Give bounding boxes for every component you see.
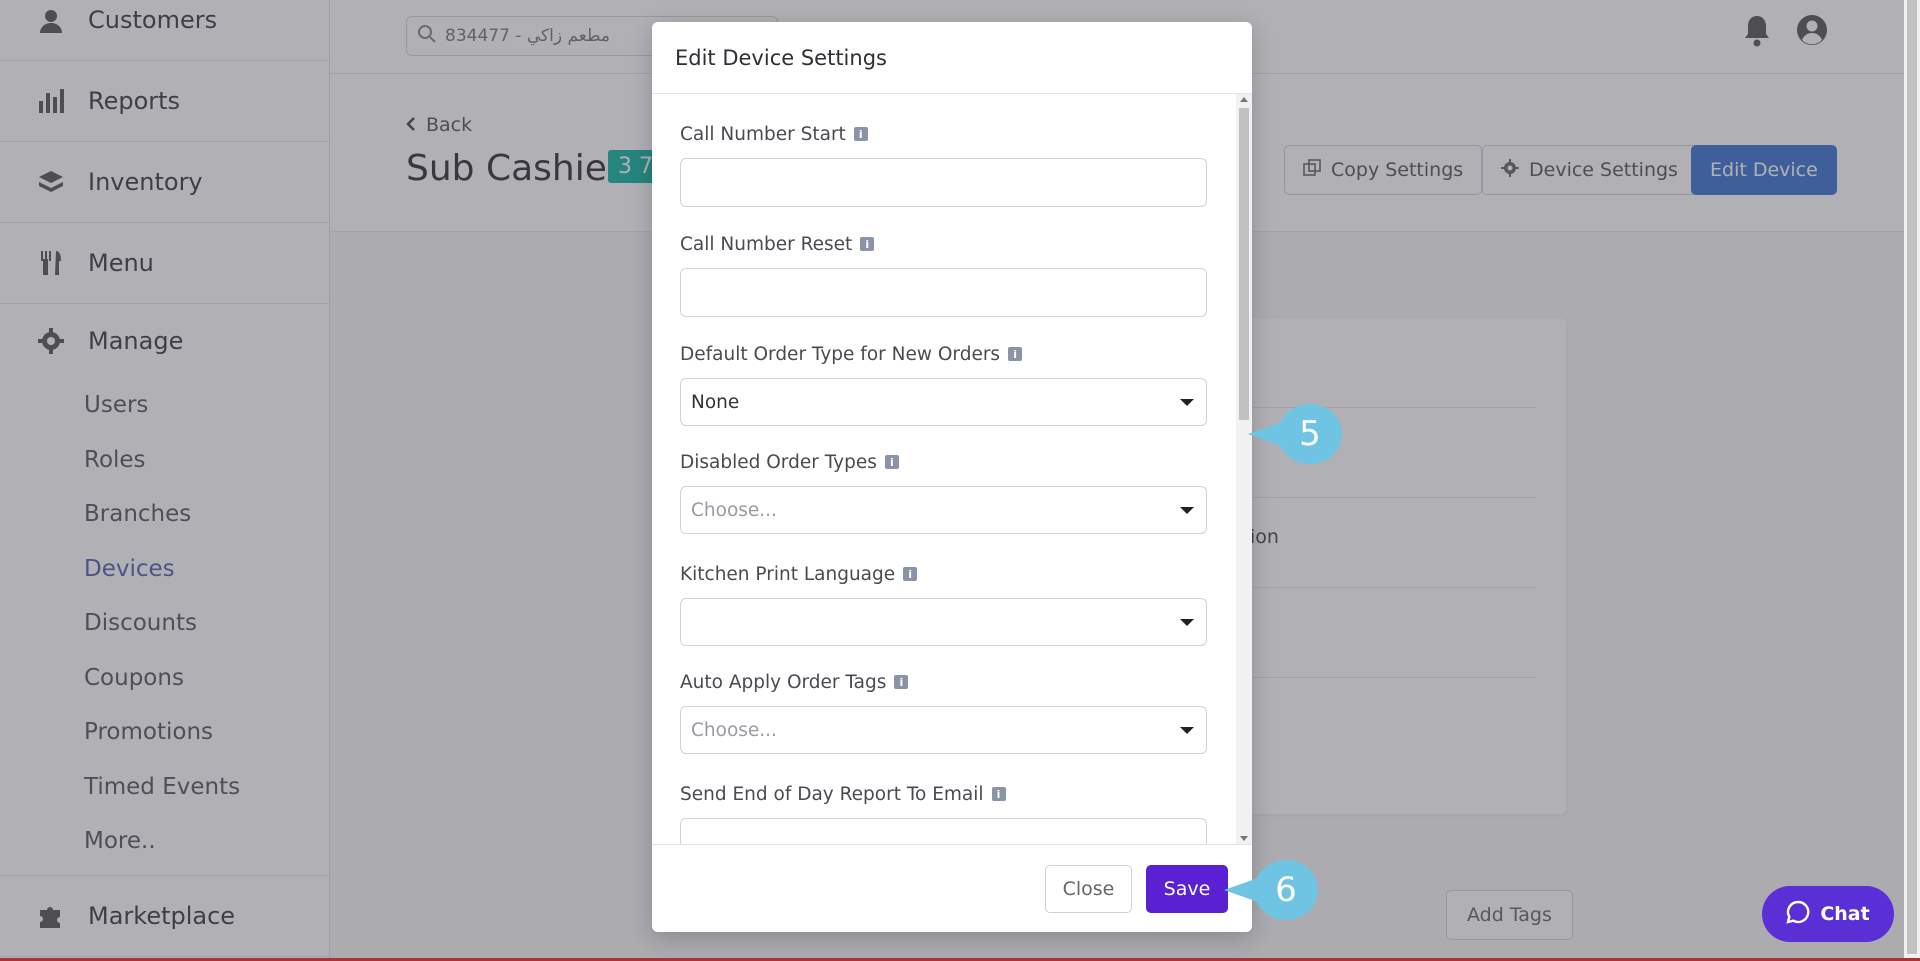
scroll-up-arrow-icon[interactable]	[1240, 97, 1248, 102]
close-button[interactable]: Close	[1045, 865, 1132, 913]
modal-footer: Close Save	[652, 844, 1252, 932]
modal-title: Edit Device Settings	[652, 22, 1252, 94]
default-order-type-select[interactable]: None	[680, 378, 1207, 426]
chat-bubble-icon	[1786, 900, 1810, 929]
call-number-reset-label: Call Number Reset	[680, 233, 853, 255]
call-number-reset-input[interactable]	[680, 268, 1207, 317]
info-icon[interactable]: i	[853, 127, 868, 141]
call-number-start-field: Call Number Start i	[680, 120, 1207, 207]
save-button[interactable]: Save	[1146, 865, 1228, 913]
disabled-order-types-select[interactable]: Choose...	[680, 486, 1207, 534]
call-number-start-label: Call Number Start	[680, 123, 846, 145]
caret-down-icon	[1180, 618, 1194, 626]
default-order-type-label-row: Default Order Type for New Orders i	[680, 340, 1207, 368]
disabled-order-types-label-row: Disabled Order Types i	[680, 448, 1207, 476]
send-eod-report-field: Send End of Day Report To Email i	[680, 780, 1207, 844]
default-order-type-value: None	[691, 391, 740, 413]
call-number-reset-field: Call Number Reset i	[680, 230, 1207, 317]
page-scrollbar[interactable]	[1904, 0, 1920, 961]
call-number-reset-label-row: Call Number Reset i	[680, 230, 1207, 258]
scrollbar-thumb[interactable]	[1239, 108, 1249, 420]
disabled-order-types-placeholder: Choose...	[691, 499, 777, 521]
modal-scrollbar[interactable]	[1236, 94, 1252, 844]
auto-apply-order-tags-label: Auto Apply Order Tags	[680, 671, 887, 693]
auto-apply-order-tags-field: Auto Apply Order Tags i Choose...	[680, 668, 1207, 754]
step-callout-6: 6	[1224, 860, 1318, 920]
send-eod-report-label-row: Send End of Day Report To Email i	[680, 780, 1207, 808]
auto-apply-order-tags-select[interactable]: Choose...	[680, 706, 1207, 754]
send-eod-report-label: Send End of Day Report To Email	[680, 783, 984, 805]
info-icon[interactable]: i	[894, 675, 909, 689]
info-icon[interactable]: i	[903, 567, 918, 581]
caret-down-icon	[1180, 726, 1194, 734]
kitchen-print-language-label: Kitchen Print Language	[680, 563, 896, 585]
step-callout-5: 5	[1248, 404, 1342, 464]
scroll-down-arrow-icon[interactable]	[1240, 836, 1248, 841]
auto-apply-order-tags-placeholder: Choose...	[691, 719, 777, 741]
call-number-start-label-row: Call Number Start i	[680, 120, 1207, 148]
kitchen-print-language-label-row: Kitchen Print Language i	[680, 560, 1207, 588]
disabled-order-types-label: Disabled Order Types	[680, 451, 877, 473]
disabled-order-types-field: Disabled Order Types i Choose...	[680, 448, 1207, 534]
chat-button[interactable]: Chat	[1762, 886, 1894, 942]
info-icon[interactable]: i	[884, 455, 899, 469]
kitchen-print-language-select[interactable]	[680, 598, 1207, 646]
info-icon[interactable]: i	[1008, 347, 1023, 361]
default-order-type-field: Default Order Type for New Orders i None	[680, 340, 1207, 426]
modal-body: Call Number Start i Call Number Reset i …	[652, 94, 1252, 844]
default-order-type-label: Default Order Type for New Orders	[680, 343, 1001, 365]
call-number-start-input[interactable]	[680, 158, 1207, 207]
info-icon[interactable]: i	[860, 237, 875, 251]
caret-down-icon	[1180, 398, 1194, 406]
page-scrollbar-thumb[interactable]	[1907, 0, 1917, 954]
info-icon[interactable]: i	[991, 787, 1006, 801]
chat-label: Chat	[1820, 903, 1870, 925]
caret-down-icon	[1180, 506, 1194, 514]
auto-apply-order-tags-label-row: Auto Apply Order Tags i	[680, 668, 1207, 696]
edit-device-settings-modal: Edit Device Settings Call Number Start i…	[652, 22, 1252, 932]
send-eod-report-input[interactable]	[680, 818, 1207, 844]
kitchen-print-language-field: Kitchen Print Language i	[680, 560, 1207, 646]
